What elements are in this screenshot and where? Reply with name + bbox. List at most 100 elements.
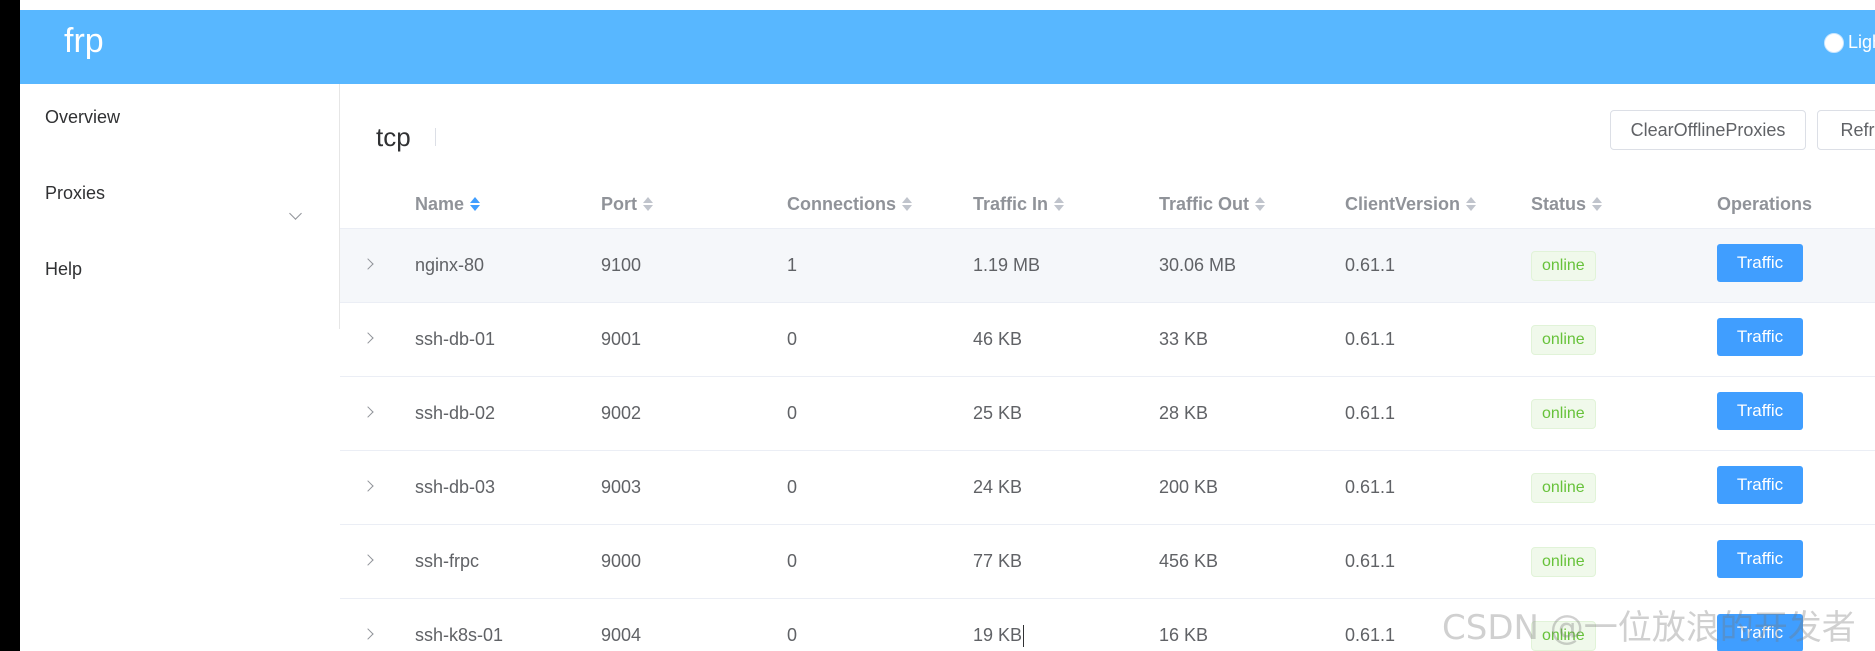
cell-name: ssh-db-03 (415, 477, 496, 497)
traffic-button[interactable]: Traffic (1717, 539, 1803, 578)
sort-icon (902, 196, 913, 212)
status-badge: online (1531, 472, 1596, 503)
expand-chevron-icon[interactable] (362, 406, 374, 418)
theme-toggle[interactable]: Ligh (1824, 32, 1875, 53)
cell-connections: 0 (787, 329, 798, 349)
sort-icon (1466, 196, 1477, 212)
cell-port: 9004 (601, 625, 642, 645)
cell-client-version: 0.61.1 (1345, 255, 1396, 275)
cell-operations: Traffic (1717, 525, 1803, 598)
app-header: frp Ligh (20, 10, 1875, 84)
brand-logo[interactable]: frp (64, 24, 104, 58)
sidebar: Overview Proxies Help (20, 84, 340, 329)
expand-chevron-icon[interactable] (362, 258, 374, 270)
title-divider (435, 128, 436, 146)
table-header: Name Port Connections Traffic In Traffic… (340, 180, 1875, 229)
cell-status: online (1531, 229, 1596, 302)
cell-port: 9001 (601, 329, 642, 349)
cell-traffic-in: 77 KB (973, 551, 1023, 571)
theme-toggle-label: Ligh (1848, 32, 1875, 52)
traffic-button[interactable]: Traffic (1717, 317, 1803, 356)
text-cursor (1023, 624, 1025, 647)
expand-chevron-icon[interactable] (362, 480, 374, 492)
cell-traffic-in: 24 KB (973, 477, 1023, 497)
refresh-button[interactable]: Refresh (1817, 110, 1875, 150)
cell-traffic-out: 33 KB (1159, 329, 1209, 349)
cell-operations: Traffic (1717, 303, 1803, 376)
status-badge: online (1531, 250, 1596, 281)
column-header-connections[interactable]: Connections (787, 180, 913, 228)
expand-chevron-icon[interactable] (362, 628, 374, 640)
chevron-down-icon[interactable] (289, 207, 302, 220)
cell-client-version: 0.61.1 (1345, 625, 1396, 645)
cell-status: online (1531, 525, 1596, 598)
cell-operations: Traffic (1717, 377, 1803, 450)
page-title: tcp (376, 122, 411, 152)
status-badge: online (1531, 398, 1596, 429)
proxies-table: Name Port Connections Traffic In Traffic… (340, 180, 1875, 651)
cell-traffic-in: 25 KB (973, 403, 1023, 423)
cell-operations: Traffic (1717, 451, 1803, 524)
cell-client-version: 0.61.1 (1345, 551, 1396, 571)
column-header-traffic-in[interactable]: Traffic In (973, 180, 1065, 228)
cell-name: ssh-frpc (415, 551, 480, 571)
column-header-port[interactable]: Port (601, 180, 653, 228)
cell-traffic-out: 456 KB (1159, 551, 1219, 571)
cell-port: 9100 (601, 255, 642, 275)
cell-port: 9003 (601, 477, 642, 497)
cell-status: online (1531, 303, 1596, 376)
sort-icon (1054, 196, 1065, 212)
traffic-button[interactable]: Traffic (1717, 243, 1803, 282)
cell-connections: 0 (787, 403, 798, 423)
traffic-button[interactable]: Traffic (1717, 391, 1803, 430)
sidebar-item-proxies[interactable]: Proxies (45, 184, 105, 202)
cell-port: 9000 (601, 551, 642, 571)
cell-client-version: 0.61.1 (1345, 477, 1396, 497)
table-row[interactable]: ssh-db-03 9003 0 24 KB 200 KB 0.61.1 onl… (340, 451, 1875, 525)
cell-traffic-in: 1.19 MB (973, 255, 1041, 275)
cell-traffic-out: 200 KB (1159, 477, 1219, 497)
column-header-operations: Operations (1717, 193, 1813, 214)
table-row[interactable]: ssh-frpc 9000 0 77 KB 456 KB 0.61.1 onli… (340, 525, 1875, 599)
sidebar-item-overview[interactable]: Overview (45, 108, 120, 126)
cell-traffic-in: 46 KB (973, 329, 1023, 349)
cell-name: ssh-db-02 (415, 403, 496, 423)
status-badge: online (1531, 546, 1596, 577)
cell-traffic-out: 28 KB (1159, 403, 1209, 423)
table-row[interactable]: ssh-db-02 9002 0 25 KB 28 KB 0.61.1 onli… (340, 377, 1875, 451)
column-header-name[interactable]: Name (415, 180, 481, 228)
cell-status: online (1531, 377, 1596, 450)
cell-status: online (1531, 451, 1596, 524)
toggle-knob-icon (1824, 32, 1844, 53)
expand-chevron-icon[interactable] (362, 554, 374, 566)
status-badge: online (1531, 324, 1596, 355)
cell-name: ssh-k8s-01 (415, 625, 504, 645)
cell-connections: 0 (787, 551, 798, 571)
cell-traffic-out: 16 KB (1159, 625, 1209, 645)
cell-connections: 1 (787, 255, 798, 275)
cell-connections: 0 (787, 477, 798, 497)
expand-chevron-icon[interactable] (362, 332, 374, 344)
cell-operations: Traffic (1717, 229, 1803, 302)
column-header-status[interactable]: Status (1531, 180, 1603, 228)
cell-name: nginx-80 (415, 255, 485, 275)
traffic-button[interactable]: Traffic (1717, 465, 1803, 504)
sort-icon (643, 196, 653, 212)
sort-icon (470, 196, 481, 212)
sort-icon (1255, 196, 1266, 212)
top-strip (20, 0, 1875, 10)
cell-client-version: 0.61.1 (1345, 329, 1396, 349)
sidebar-item-help[interactable]: Help (45, 260, 82, 278)
cell-client-version: 0.61.1 (1345, 403, 1396, 423)
cell-connections: 0 (787, 625, 798, 645)
table-row[interactable]: nginx-80 9100 1 1.19 MB 30.06 MB 0.61.1 … (340, 229, 1875, 303)
column-header-traffic-out[interactable]: Traffic Out (1159, 180, 1266, 228)
cell-traffic-in: 19 KB (973, 624, 1025, 647)
app-window: frp Ligh Overview Proxies Help tcp Clear… (20, 10, 1875, 651)
clear-offline-proxies-button[interactable]: ClearOfflineProxies (1610, 110, 1806, 150)
table-row[interactable]: ssh-db-01 9001 0 46 KB 33 KB 0.61.1 onli… (340, 303, 1875, 377)
watermark: CSDN @一位放浪的开发者 (1442, 608, 1856, 648)
column-header-client-version[interactable]: ClientVersion (1345, 180, 1477, 228)
cell-traffic-out: 30.06 MB (1159, 255, 1237, 275)
cell-name: ssh-db-01 (415, 329, 496, 349)
